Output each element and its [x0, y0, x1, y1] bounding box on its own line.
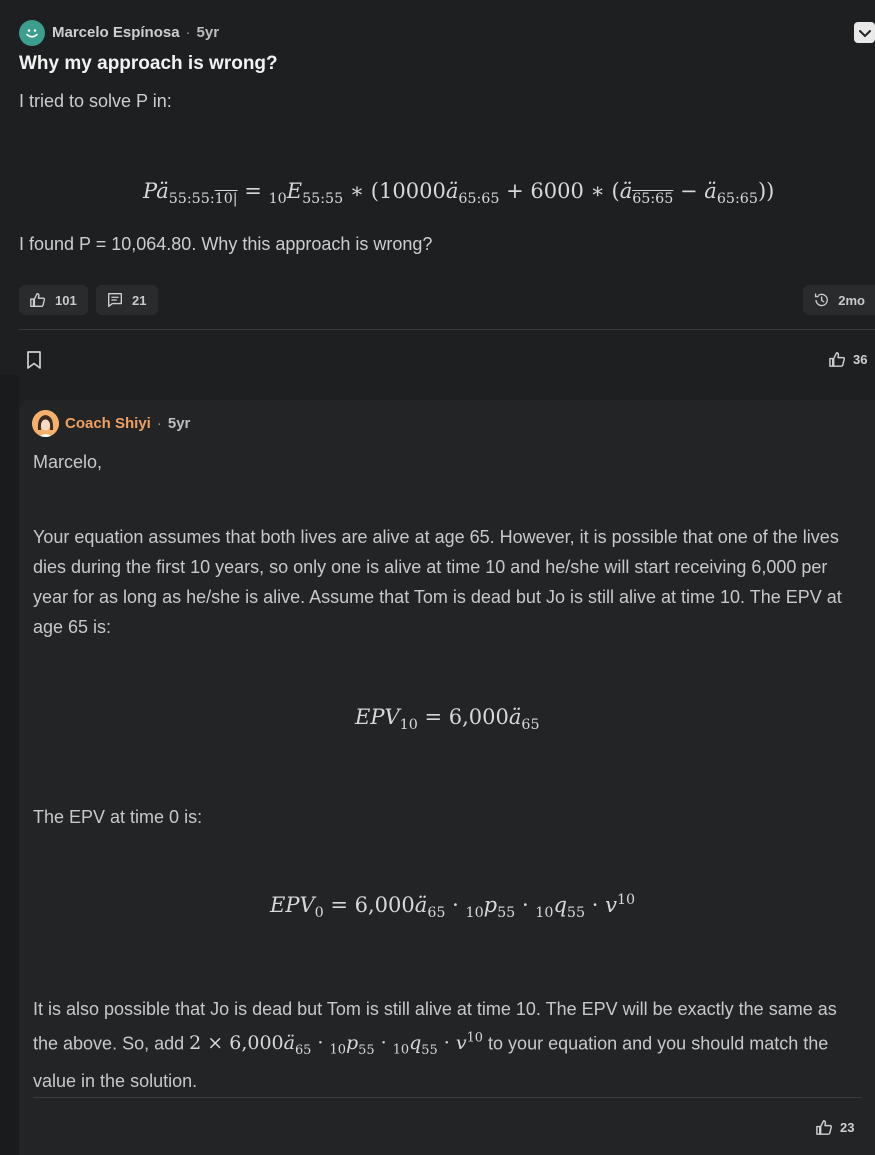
comment-icon [108, 293, 122, 307]
formula-epv-age-65: EPV10 = 6,000ä65 [355, 705, 540, 734]
reply-paragraph-3: It is also possible that Jo is dead but … [33, 994, 863, 1096]
post-author-line: Marcelo Espínosa · 5yr [52, 24, 219, 41]
post-divider [19, 329, 875, 330]
thumbs-up-icon [816, 1120, 832, 1135]
formula-premium-equation: Pä55:55:10| = 10E55:55 ∗ (10000ä65:65 + … [143, 179, 775, 208]
history-age: 2mo [838, 292, 865, 308]
history-icon [814, 293, 828, 307]
reply-divider [33, 1097, 862, 1098]
bookmark-icon [27, 351, 41, 369]
author-avatar[interactable] [19, 20, 45, 46]
separator-dot: · [185, 24, 191, 41]
formula-epv-time-0: EPV0 = 6,000ä65 · 10p55 · 10q55 · v10 [270, 892, 636, 922]
smiley-avatar-icon [26, 29, 38, 38]
bookmark-button[interactable] [25, 350, 43, 370]
post-title: Why my approach is wrong? [19, 53, 278, 74]
reply-age: 5yr [167, 415, 191, 432]
reply-greeting: Marcelo, [33, 452, 103, 472]
chevron-badge-icon[interactable] [854, 22, 875, 43]
separator-dot: · [156, 415, 162, 432]
thumbs-up-icon [829, 352, 845, 367]
reply-paragraph-1: Your equation assumes that both lives ar… [33, 527, 842, 637]
like-button[interactable]: 101 [19, 285, 88, 315]
reply-epv-time0-label: The EPV at time 0 is: [33, 807, 203, 827]
history-button[interactable]: 2mo [803, 285, 875, 315]
reply-like-button[interactable]: 23 [815, 1118, 854, 1137]
post-age: 5yr [196, 24, 220, 41]
reply-author-line: Coach Shiyi · 5yr [65, 415, 190, 432]
comment-button[interactable]: 21 [96, 285, 158, 315]
coach-portrait-icon [32, 410, 59, 437]
thumbs-up-icon [30, 293, 46, 307]
coach-avatar[interactable] [32, 410, 59, 437]
post-result-text: I found P = 10,064.80. Why this approach… [19, 234, 433, 254]
post-vote-count: 36 [853, 352, 868, 367]
reply-author-name[interactable]: Coach Shiyi [65, 415, 151, 432]
post-vote-button[interactable]: 36 [828, 350, 867, 369]
comment-count: 21 [132, 292, 147, 308]
formula-inline-add-term: 2 × 6,000ä65 · 10p55 · 10q55 · v10 [189, 1031, 484, 1059]
reply-thread-bar [0, 375, 19, 1155]
post-author-name[interactable]: Marcelo Espínosa [52, 24, 180, 41]
like-count: 101 [55, 292, 77, 308]
post-intro: I tried to solve P in: [19, 91, 172, 111]
reply-like-count: 23 [840, 1120, 855, 1135]
